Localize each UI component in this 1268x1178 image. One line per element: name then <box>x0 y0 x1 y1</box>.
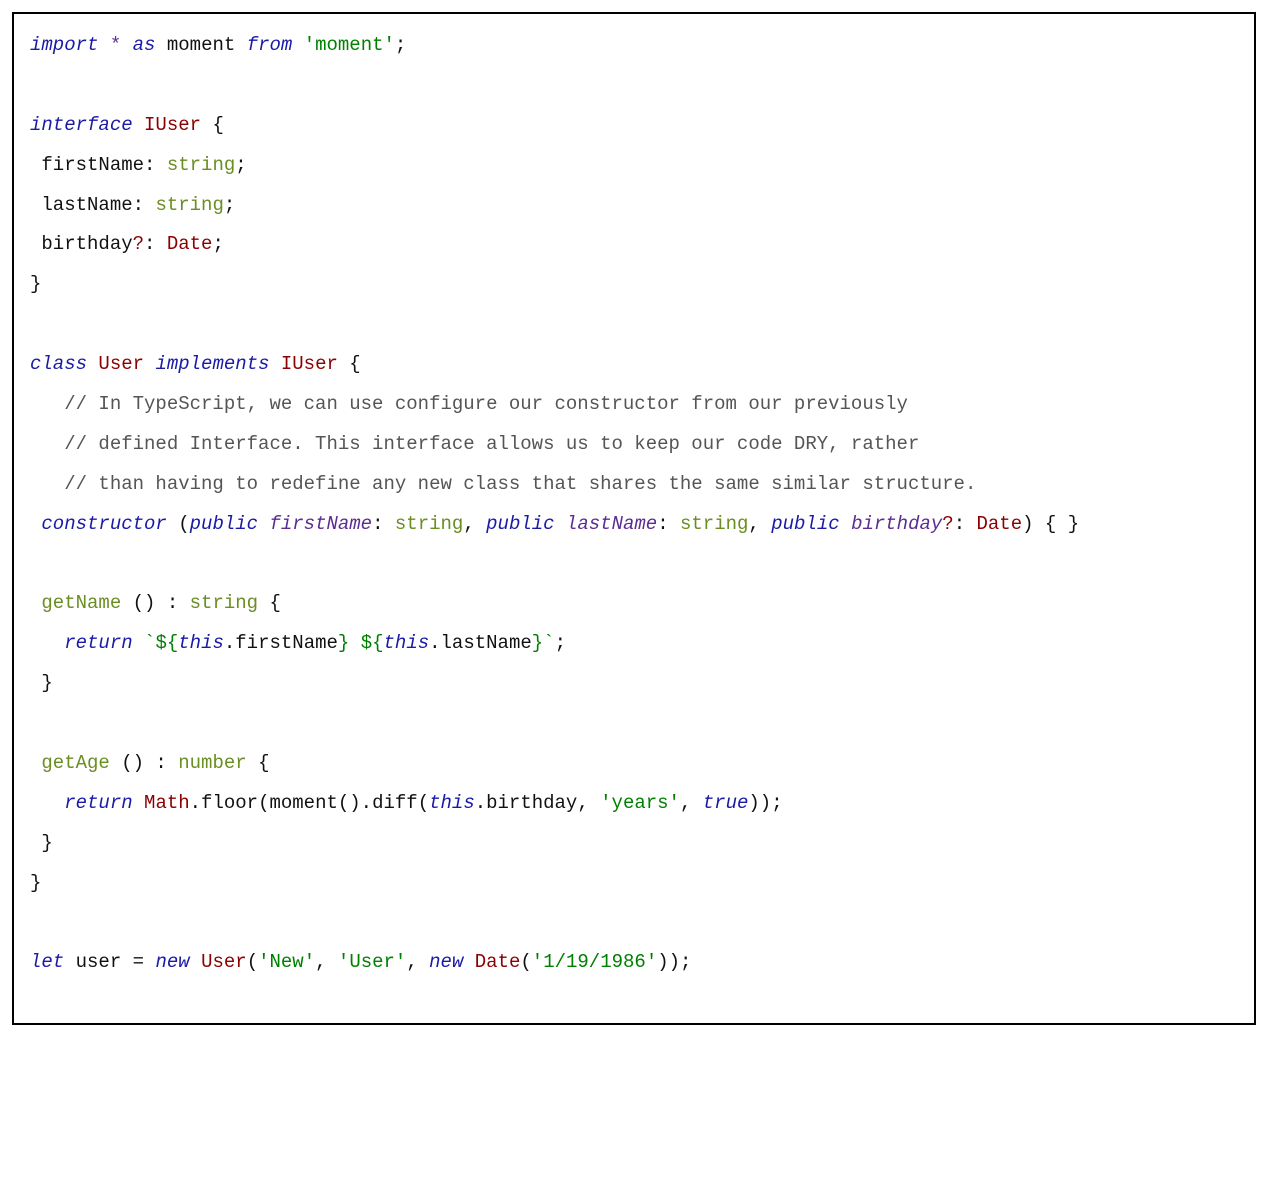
line: birthday?: Date; <box>30 233 224 255</box>
line: } <box>30 872 41 894</box>
line: // than having to redefine any new class… <box>30 473 976 495</box>
line: let user = new User('New', 'User', new D… <box>30 951 691 973</box>
line: return Math.floor(moment().diff(this.bir… <box>30 792 783 814</box>
line: class User implements IUser { <box>30 353 361 375</box>
line: constructor (public firstName: string, p… <box>30 513 1079 535</box>
line: getAge () : number { <box>30 752 269 774</box>
line: getName () : string { <box>30 592 281 614</box>
line: // In TypeScript, we can use configure o… <box>30 393 908 415</box>
line: // defined Interface. This interface all… <box>30 433 919 455</box>
code-block: import * as moment from 'moment'; interf… <box>12 12 1256 1025</box>
line: import * as moment from 'moment'; <box>30 34 406 56</box>
line: } <box>30 672 53 694</box>
line: interface IUser { <box>30 114 224 136</box>
line: firstName: string; <box>30 154 247 176</box>
line: return `${this.firstName} ${this.lastNam… <box>30 632 566 654</box>
line: } <box>30 832 53 854</box>
line: lastName: string; <box>30 194 235 216</box>
line: } <box>30 273 41 295</box>
